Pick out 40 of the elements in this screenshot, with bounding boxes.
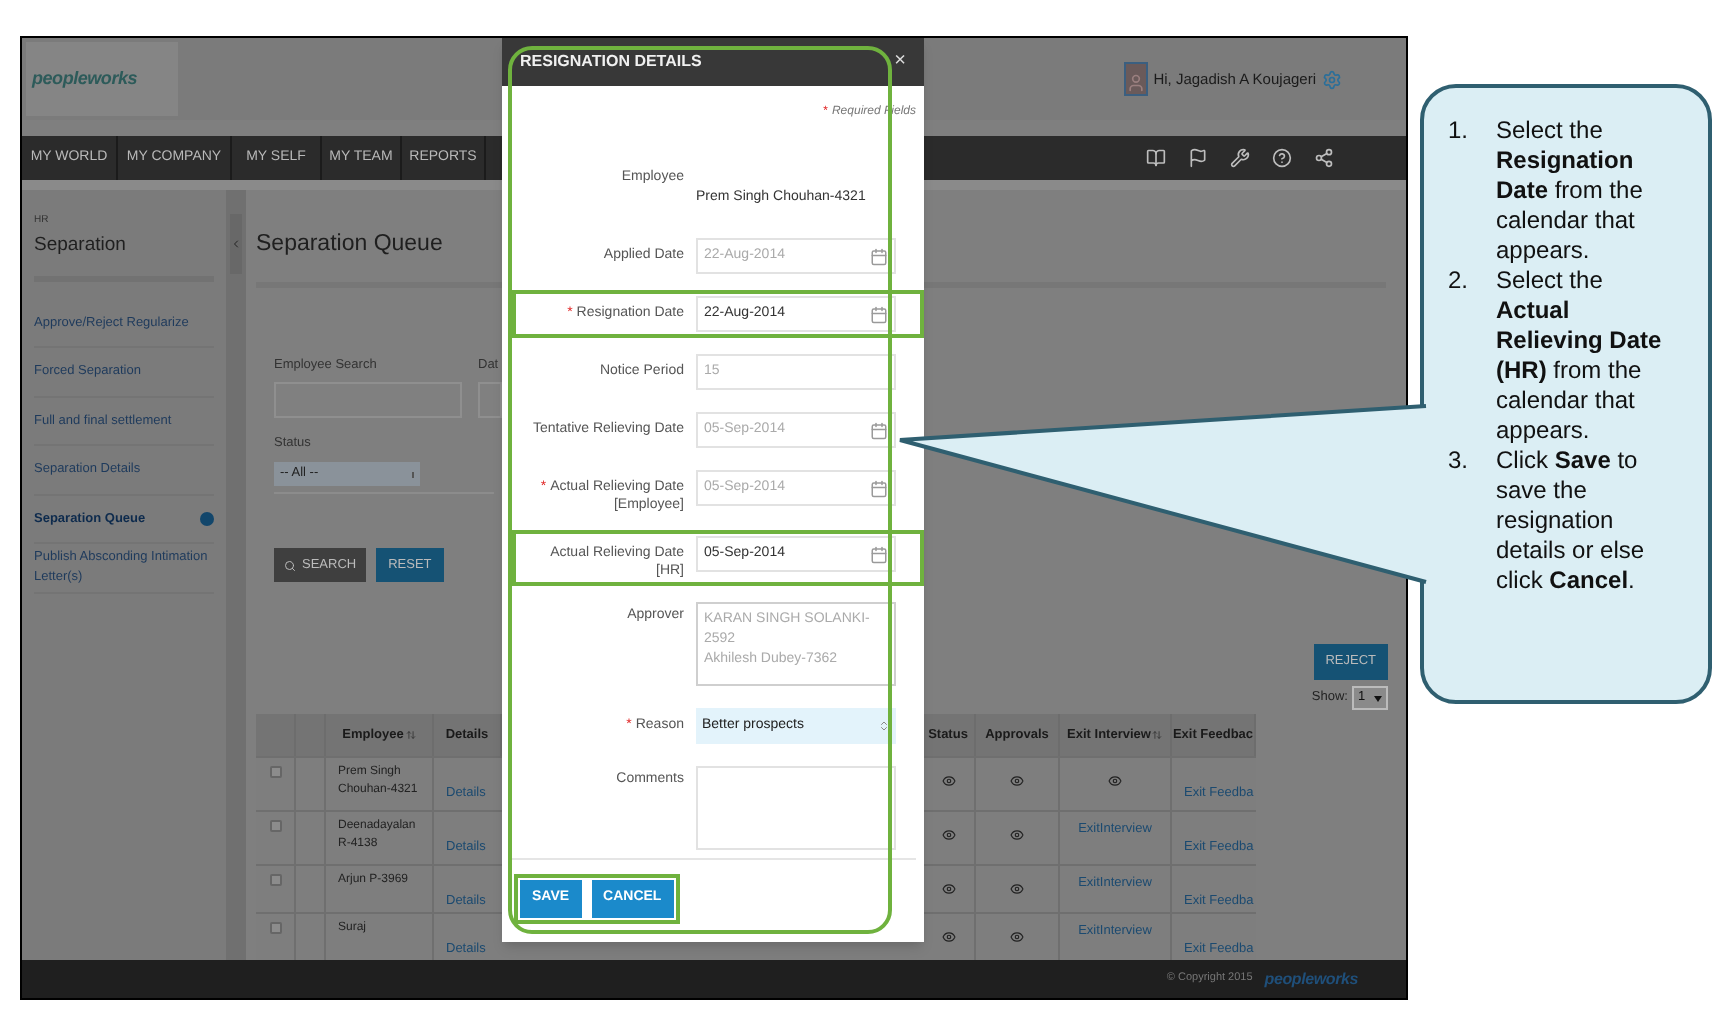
book-icon[interactable] — [1146, 148, 1166, 168]
flag-icon[interactable] — [1188, 148, 1208, 168]
page-title: Separation Queue — [256, 230, 443, 260]
help-icon[interactable] — [1272, 148, 1292, 168]
chevron-left-icon[interactable] — [230, 238, 242, 250]
eye-icon[interactable] — [941, 882, 955, 896]
eye-icon[interactable] — [941, 774, 955, 788]
eye-icon[interactable] — [1010, 930, 1024, 944]
row-checkbox[interactable] — [269, 874, 281, 886]
date-field[interactable] — [478, 382, 502, 419]
logo: peopleworks — [32, 65, 138, 92]
caret-icon — [412, 471, 414, 478]
close-button[interactable]: × — [894, 52, 906, 72]
eye-icon[interactable] — [1010, 882, 1024, 896]
calendar-icon[interactable] — [870, 545, 888, 563]
sort-icon[interactable] — [1152, 730, 1163, 740]
step-text: Click Save to save the resignation details or else click Cancel. — [1496, 446, 1647, 596]
step-text: Select the Resignation Date from the calendar that appears. — [1496, 116, 1645, 266]
caret-icon — [1374, 695, 1382, 701]
eye-icon[interactable] — [941, 930, 955, 944]
eye-icon[interactable] — [1010, 774, 1024, 788]
step-text: Select the Actual Relieving Date (HR) from the calendar that appears. — [1496, 266, 1664, 446]
step-number: 2. — [1448, 266, 1471, 298]
eye-icon[interactable] — [1010, 828, 1024, 842]
step-number: 1. — [1448, 116, 1471, 148]
row-checkbox[interactable] — [269, 766, 281, 778]
sort-icon[interactable] — [405, 730, 416, 740]
step-number: 3. — [1448, 446, 1471, 478]
calendar-icon[interactable] — [870, 305, 888, 323]
eye-icon[interactable] — [1108, 774, 1122, 788]
row-checkbox[interactable] — [269, 922, 281, 934]
share-icon[interactable] — [1314, 148, 1334, 168]
eye-icon[interactable] — [941, 828, 955, 842]
tools-icon[interactable] — [1230, 148, 1250, 168]
search-icon — [284, 559, 296, 571]
dialog-title: RESIGNATION DETAILS — [520, 50, 702, 74]
sidebar-title: Separation — [34, 231, 128, 259]
row-checkbox[interactable] — [269, 820, 281, 832]
footer-logo: peopleworks — [1264, 967, 1358, 991]
avatar — [1123, 62, 1148, 96]
